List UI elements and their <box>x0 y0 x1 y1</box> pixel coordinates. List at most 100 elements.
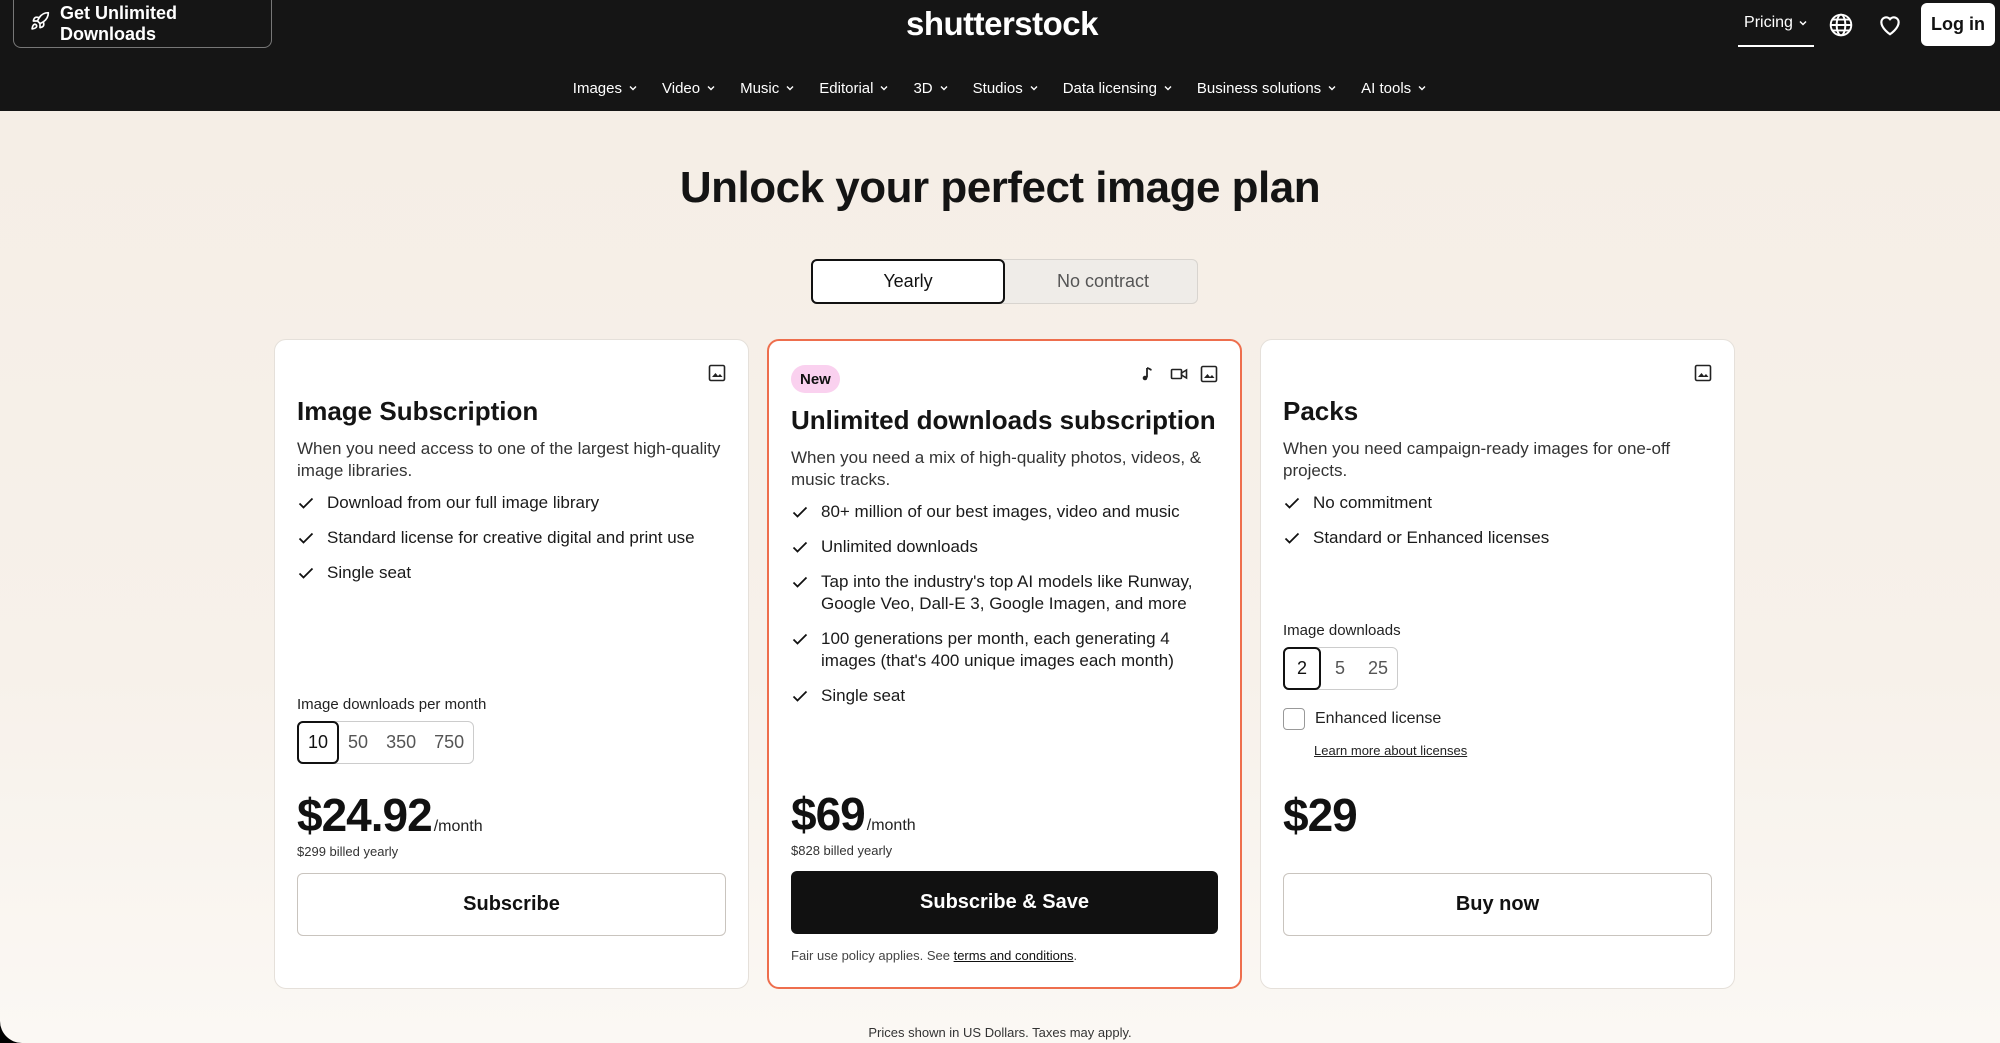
plan-card-unlimited: New Unlimited downloads subscription Whe… <box>767 339 1242 989</box>
feature-text: No commitment <box>1313 493 1433 512</box>
shutterstock-logo[interactable]: shutterstock <box>897 4 1107 44</box>
heart-icon[interactable] <box>1877 12 1903 38</box>
downloads-option-10[interactable]: 10 <box>297 721 340 764</box>
feature-item: Unlimited downloads <box>791 536 1218 558</box>
nav-item-studios[interactable]: Studios <box>961 70 1051 106</box>
plan-description: When you need access to one of the large… <box>297 439 721 480</box>
billing-toggle: Yearly No contract <box>811 259 1198 304</box>
feature-item: Standard license for creative digital an… <box>297 527 726 549</box>
feature-item: Single seat <box>297 562 726 584</box>
video-camera-icon <box>1170 368 1188 380</box>
pricing-label: Pricing <box>1744 13 1793 31</box>
downloads-option-25[interactable]: 25 <box>1359 648 1397 689</box>
plan-card-packs: Packs When you need campaign-ready image… <box>1260 339 1735 989</box>
nav-label: Video <box>662 79 701 97</box>
nav-item-business-solutions[interactable]: Business solutions <box>1185 70 1349 106</box>
check-icon <box>298 497 314 509</box>
promo-label: Get Unlimited Downloads <box>60 2 178 44</box>
feature-item: Download from our full image library <box>297 492 726 514</box>
downloads-option-2[interactable]: 2 <box>1283 647 1321 690</box>
plan-card-image-subscription: Image Subscription When you need access … <box>274 339 749 989</box>
downloads-selector: 10 50 350 750 <box>297 721 475 764</box>
downloads-label: Image downloads <box>1283 622 1401 639</box>
feature-item: 80+ million of our best images, video an… <box>791 501 1218 523</box>
music-note-icon <box>1142 367 1152 381</box>
billed-note: $299 billed yearly <box>297 844 399 859</box>
feature-list: No commitment Standard or Enhanced licen… <box>1283 492 1712 562</box>
nav-label: 3D <box>913 79 933 97</box>
terms-link[interactable]: terms and conditions <box>954 948 1074 963</box>
plan-title: Packs <box>1283 396 1359 426</box>
price-amount: $29 <box>1283 789 1358 841</box>
login-button[interactable]: Log in <box>1921 3 1995 46</box>
currency-note: Prices shown in US Dollars. Taxes may ap… <box>868 1025 1132 1040</box>
pricing-menu[interactable]: Pricing <box>1738 0 1814 47</box>
nav-label: Data licensing <box>1062 79 1157 97</box>
card-icons <box>708 364 726 382</box>
feature-text: Tap into the industry's top AI models li… <box>821 572 1193 613</box>
price-amount: $24.92 <box>297 789 433 841</box>
downloads-option-750[interactable]: 750 <box>425 722 473 763</box>
downloads-option-5[interactable]: 5 <box>1321 648 1359 689</box>
downloads-selector: 2 5 25 <box>1283 647 1399 690</box>
check-icon <box>298 567 314 579</box>
feature-item: Tap into the industry's top AI models li… <box>791 571 1218 615</box>
feature-text: Standard or Enhanced licenses <box>1313 528 1550 547</box>
chevron-down-icon <box>1328 86 1336 91</box>
nav-label: Editorial <box>819 79 874 97</box>
feature-text: 100 generations per month, each generati… <box>821 629 1174 670</box>
chevron-down-icon <box>1164 86 1172 91</box>
plan-price: $24.92 /month <box>297 788 483 842</box>
subscribe-button[interactable]: Subscribe <box>297 873 726 936</box>
enhanced-license-checkbox[interactable] <box>1283 708 1305 730</box>
feature-text: Single seat <box>327 563 412 582</box>
feature-item: No commitment <box>1283 492 1712 514</box>
nav-item-video[interactable]: Video <box>650 70 728 106</box>
chevron-down-icon <box>1418 86 1426 91</box>
plan-title: Image Subscription <box>297 396 539 426</box>
nav-item-ai-tools[interactable]: AI tools <box>1349 70 1439 106</box>
downloads-option-350[interactable]: 350 <box>377 722 425 763</box>
main-nav: Images Video Music Editorial 3D Studios … <box>0 70 2000 106</box>
nav-item-images[interactable]: Images <box>561 70 650 106</box>
learn-more-licenses-link[interactable]: Learn more about licenses <box>1314 743 1467 758</box>
downloads-option-50[interactable]: 50 <box>339 722 377 763</box>
card-icons <box>1694 364 1712 382</box>
nav-label: Music <box>740 79 780 97</box>
chevron-down-icon <box>786 86 794 91</box>
image-icon <box>1694 364 1712 382</box>
plan-price: $29 <box>1283 788 1358 842</box>
check-icon <box>792 541 808 553</box>
nav-item-3d[interactable]: 3D <box>901 70 960 106</box>
toggle-yearly[interactable]: Yearly <box>811 259 1005 304</box>
toggle-no-contract[interactable]: No contract <box>1006 259 1200 304</box>
enhanced-license-row: Enhanced license <box>1283 708 1441 730</box>
subscribe-and-save-button[interactable]: Subscribe & Save <box>791 871 1218 934</box>
billed-note: $828 billed yearly <box>791 843 893 858</box>
nav-item-data-licensing[interactable]: Data licensing <box>1051 70 1185 106</box>
plan-description: When you need campaign-ready images for … <box>1283 439 1671 480</box>
downloads-label: Image downloads per month <box>297 696 487 713</box>
image-icon <box>1200 365 1218 383</box>
nav-label: Studios <box>972 79 1023 97</box>
price-period: /month <box>866 817 916 834</box>
check-icon <box>792 690 808 702</box>
get-unlimited-downloads-button[interactable]: Get Unlimited Downloads <box>13 0 272 48</box>
buy-now-button[interactable]: Buy now <box>1283 873 1712 936</box>
feature-text: Standard license for creative digital an… <box>327 528 695 547</box>
top-header: Get Unlimited Downloads shutterstock Pri… <box>0 0 2000 111</box>
nav-item-editorial[interactable]: Editorial <box>807 70 901 106</box>
price-amount: $69 <box>791 788 866 840</box>
feature-list: 80+ million of our best images, video an… <box>791 501 1218 720</box>
enhanced-license-label: Enhanced license <box>1315 710 1442 727</box>
check-icon <box>1284 532 1300 544</box>
plan-title: Unlimited downloads subscription <box>791 405 1216 435</box>
nav-item-music[interactable]: Music <box>728 70 807 106</box>
nav-label: AI tools <box>1361 79 1412 97</box>
plan-price: $69 /month <box>791 787 916 841</box>
chevron-down-icon <box>880 86 888 91</box>
check-icon <box>792 506 808 518</box>
chevron-down-icon <box>1030 86 1038 91</box>
globe-icon[interactable] <box>1828 12 1854 38</box>
price-period: /month <box>433 818 483 835</box>
